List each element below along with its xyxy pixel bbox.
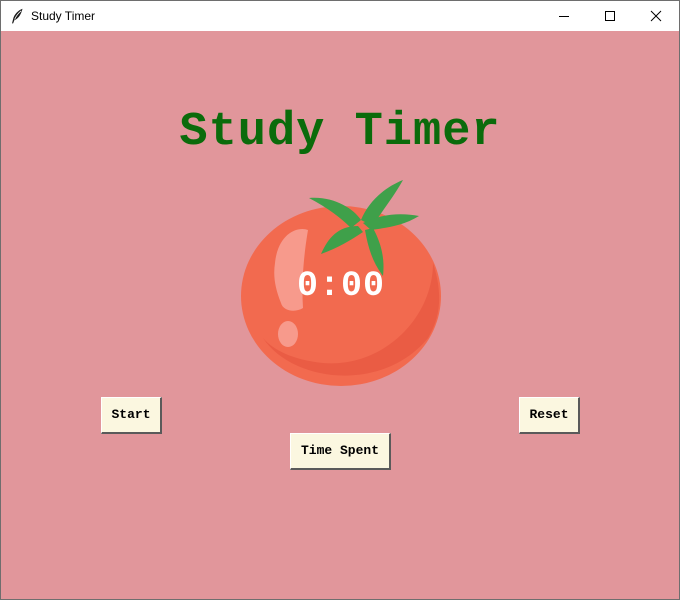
page-title: Study Timer [179,106,501,159]
time-spent-button[interactable]: Time Spent [290,433,391,470]
window-title: Study Timer [31,9,96,23]
maximize-icon [605,11,615,21]
title-bar[interactable]: Study Timer [1,1,679,31]
feather-icon [12,8,23,24]
timer-display: 0:00 [296,266,385,306]
reset-button[interactable]: Reset [519,397,580,434]
close-icon [650,10,662,22]
start-button[interactable]: Start [101,397,162,434]
minimize-button[interactable] [541,1,587,31]
minimize-icon [559,16,569,17]
close-button[interactable] [633,1,679,31]
app-window: Study Timer Study Timer 0:00 Start Reset… [0,0,680,600]
maximize-button[interactable] [587,1,633,31]
